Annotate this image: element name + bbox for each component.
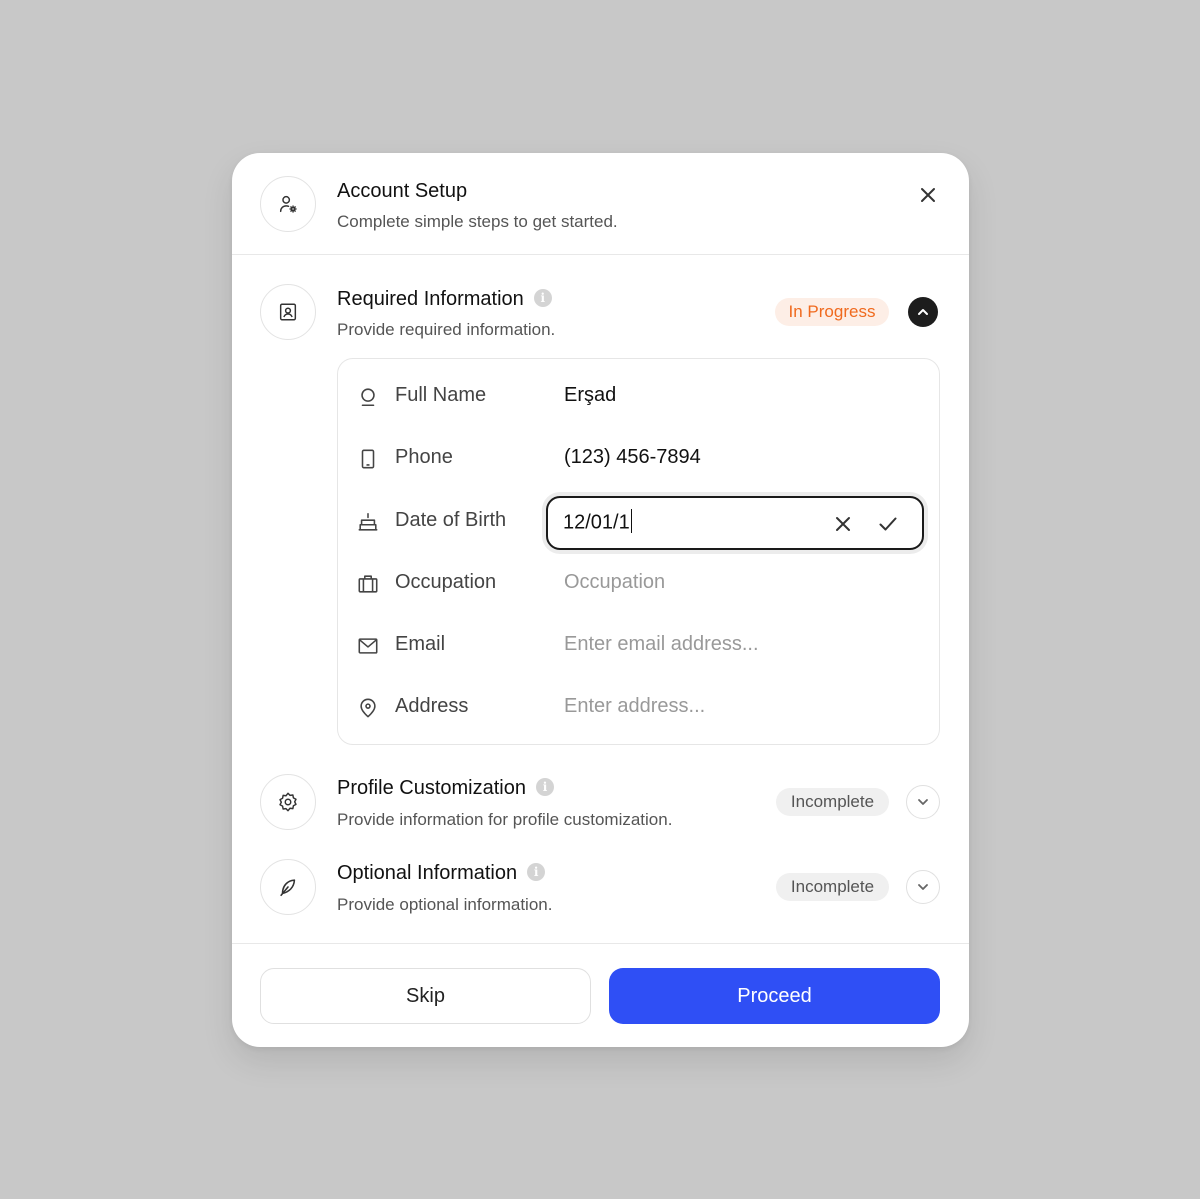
info-icon[interactable]: i	[535, 777, 554, 796]
field-label: Occupation	[395, 571, 497, 593]
confirm-input-button[interactable]	[875, 511, 901, 537]
location-pin-icon	[356, 696, 380, 720]
clear-input-button[interactable]	[830, 511, 856, 537]
text-caret	[630, 509, 633, 533]
date-of-birth-input-text: 12/01/1	[563, 509, 633, 535]
section-subtitle: Provide required information.	[337, 320, 556, 339]
field-address[interactable]: Address Enter address...	[338, 682, 939, 734]
user-gear-icon	[260, 176, 316, 232]
field-label: Date of Birth	[395, 509, 507, 531]
section-title: Required Information i	[337, 288, 552, 311]
field-email[interactable]: Email Enter email address...	[338, 620, 939, 672]
field-phone[interactable]: Phone (123) 456-7894	[338, 433, 939, 485]
chevron-up-icon	[918, 309, 928, 315]
status-badge: In Progress	[775, 298, 889, 326]
email-input[interactable]: Enter email address...	[564, 633, 759, 656]
section-title: Profile Customization i	[337, 777, 554, 800]
section-subtitle: Provide optional information.	[337, 895, 553, 914]
field-label: Phone	[395, 446, 453, 468]
field-label: Full Name	[395, 384, 487, 406]
info-icon[interactable]: i	[533, 288, 552, 307]
phone-value[interactable]: (123) 456-7894	[564, 446, 701, 469]
close-icon	[921, 188, 935, 202]
section-title: Optional Information i	[337, 862, 546, 885]
date-of-birth-value: 12/01/1	[563, 511, 630, 534]
full-name-value[interactable]: Erşad	[564, 384, 616, 407]
field-date-of-birth[interactable]: Date of Birth 12/01/1	[338, 496, 939, 550]
gear-icon	[260, 774, 316, 830]
close-button[interactable]	[914, 181, 942, 209]
id-card-icon	[260, 284, 316, 340]
feather-icon	[260, 859, 316, 915]
field-full-name[interactable]: Full Name Erşad	[338, 371, 939, 423]
phone-icon	[356, 447, 380, 471]
briefcase-icon	[356, 572, 380, 596]
dialog-title: Account Setup	[337, 180, 468, 202]
field-occupation[interactable]: Occupation Occupation	[338, 558, 939, 610]
occupation-input[interactable]: Occupation	[564, 571, 665, 594]
section-title-text: Required Information	[337, 288, 524, 310]
header-divider	[232, 254, 969, 255]
close-icon	[836, 517, 850, 531]
status-badge: Incomplete	[776, 873, 889, 901]
date-of-birth-input[interactable]: 12/01/1	[546, 496, 924, 550]
chevron-down-icon	[918, 799, 928, 805]
collapse-button[interactable]	[908, 297, 938, 327]
skip-button[interactable]: Skip	[260, 968, 591, 1024]
expand-button[interactable]	[906, 870, 940, 904]
required-information-form: Full Name Erşad Phone (123) 456-7894 Dat…	[337, 358, 940, 745]
dialog-subtitle: Complete simple steps to get started.	[337, 212, 618, 231]
user-icon	[356, 385, 380, 409]
status-badge: Incomplete	[776, 788, 889, 816]
section-title-text: Optional Information	[337, 862, 518, 884]
chevron-down-icon	[918, 884, 928, 890]
account-setup-dialog: Account Setup Complete simple steps to g…	[232, 153, 969, 1047]
field-label: Address	[395, 695, 469, 717]
cake-icon	[356, 510, 380, 534]
section-subtitle: Provide information for profile customiz…	[337, 810, 673, 829]
check-icon	[879, 517, 897, 531]
footer-divider	[232, 943, 969, 944]
expand-button[interactable]	[906, 785, 940, 819]
proceed-button[interactable]: Proceed	[609, 968, 940, 1024]
mail-icon	[356, 634, 380, 658]
section-title-text: Profile Customization	[337, 777, 526, 799]
field-label: Email	[395, 633, 446, 655]
address-input[interactable]: Enter address...	[564, 695, 705, 718]
info-icon[interactable]: i	[527, 862, 546, 881]
